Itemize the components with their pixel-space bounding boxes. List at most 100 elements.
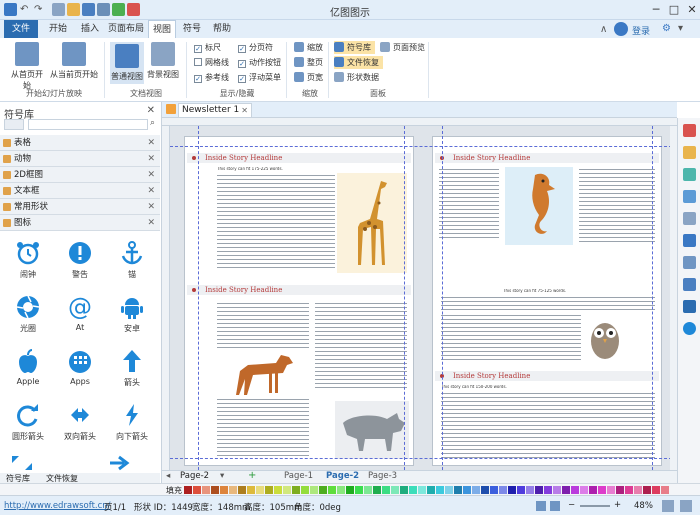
color-swatch[interactable] — [454, 486, 462, 494]
color-swatch[interactable] — [292, 486, 300, 494]
category-table[interactable]: 表格 ✕ — [0, 135, 160, 151]
background-view-button[interactable]: 背景视图 — [146, 42, 180, 80]
reference-guide[interactable] — [442, 126, 443, 470]
page-preview-button[interactable]: 页面预览 — [380, 41, 425, 54]
color-swatch[interactable] — [274, 486, 282, 494]
page-dropdown-icon[interactable]: ▾ — [220, 471, 224, 481]
close-icon[interactable]: ✕ — [147, 167, 155, 183]
tab-newsletter[interactable]: Newsletter 1 ✕ — [178, 103, 252, 117]
tab-symbols[interactable]: 符号 — [178, 20, 206, 38]
maximize-icon[interactable]: □ — [666, 2, 682, 18]
shape-apps[interactable]: Apps — [54, 346, 106, 398]
shape-expand[interactable] — [10, 454, 34, 472]
image-icon[interactable] — [683, 212, 696, 225]
page-prev-icon[interactable]: ◂ — [166, 471, 170, 481]
panel-close-icon[interactable]: ✕ — [147, 105, 155, 116]
reference-line-checkbox[interactable]: ✓ 参考线 — [194, 72, 229, 84]
tab-page-layout[interactable]: 页面布局 — [106, 20, 146, 38]
color-swatch[interactable] — [445, 486, 453, 494]
action-button-checkbox[interactable]: ✓ 动作按钮 — [238, 57, 281, 69]
color-swatch[interactable] — [337, 486, 345, 494]
fit-icon[interactable] — [662, 500, 674, 512]
file-recover-button[interactable]: 文件恢复 — [334, 56, 383, 69]
color-swatch[interactable] — [535, 486, 543, 494]
color-swatch[interactable] — [463, 486, 471, 494]
color-swatch[interactable] — [391, 486, 399, 494]
navigation-icon[interactable] — [683, 256, 696, 269]
category-2d-block[interactable]: 2D框图 ✕ — [0, 167, 160, 183]
seahorse-image[interactable] — [505, 167, 573, 245]
fill-icon[interactable] — [683, 124, 696, 137]
color-swatch[interactable] — [265, 486, 273, 494]
zoom-slider[interactable] — [580, 505, 610, 507]
fit-page-icon[interactable] — [680, 500, 692, 512]
color-swatch[interactable] — [499, 486, 507, 494]
shape-apple[interactable]: Apple — [2, 346, 54, 398]
pagebreak-checkbox[interactable]: ✓ 分页符 — [238, 42, 273, 54]
ruler-checkbox[interactable]: ✓ 标尺 — [194, 42, 221, 54]
newsletter-page-right[interactable]: Inside Story Headline This story can fit… — [432, 136, 662, 466]
float-menu-checkbox[interactable]: ✓ 浮动菜单 — [238, 72, 281, 84]
minimize-icon[interactable]: ─ — [648, 2, 664, 18]
color-swatch[interactable] — [211, 486, 219, 494]
fullscreen-icon[interactable] — [550, 501, 560, 511]
reference-guide[interactable] — [404, 126, 405, 470]
color-swatch[interactable] — [184, 486, 192, 494]
vertical-scrollbar[interactable] — [670, 126, 677, 470]
data-icon[interactable] — [683, 278, 696, 291]
library-search-input[interactable] — [28, 119, 148, 130]
tab-file[interactable]: 文件 — [4, 20, 38, 38]
reference-guide[interactable] — [170, 146, 677, 147]
page-icon[interactable] — [683, 234, 696, 247]
color-swatch[interactable] — [625, 486, 633, 494]
color-swatch[interactable] — [652, 486, 660, 494]
slideshow-from-current-button[interactable]: 从当前页开始 — [50, 42, 98, 80]
zoom-out-icon[interactable]: − — [568, 500, 575, 510]
shape-circular-arrow[interactable]: 圆形箭头 — [2, 400, 54, 452]
color-swatch[interactable] — [382, 486, 390, 494]
color-swatch[interactable] — [571, 486, 579, 494]
color-swatch[interactable] — [661, 486, 669, 494]
search-icon[interactable]: ⌕ — [150, 118, 155, 128]
color-swatch[interactable] — [508, 486, 516, 494]
color-swatch[interactable] — [283, 486, 291, 494]
shape-anchor[interactable]: 锚 — [106, 238, 158, 290]
tab-page-3[interactable]: Page-3 — [368, 471, 397, 481]
library-menu-icon[interactable] — [4, 119, 24, 130]
color-swatch[interactable] — [580, 486, 588, 494]
color-swatch[interactable] — [517, 486, 525, 494]
color-swatch[interactable] — [598, 486, 606, 494]
view-icon[interactable] — [536, 501, 546, 511]
color-swatch[interactable] — [346, 486, 354, 494]
category-icons[interactable]: 图标 ✕ — [0, 215, 160, 231]
add-page-icon[interactable]: + — [248, 470, 256, 481]
color-swatch[interactable] — [238, 486, 246, 494]
slideshow-from-start-button[interactable]: 从首页开始 — [8, 42, 46, 91]
close-icon[interactable]: ✕ — [147, 151, 155, 167]
color-swatch[interactable] — [490, 486, 498, 494]
color-swatch[interactable] — [229, 486, 237, 494]
shape-arrow-up[interactable]: 箭头 — [106, 346, 158, 398]
color-swatch[interactable] — [436, 486, 444, 494]
zoom-button[interactable]: 缩放 — [294, 41, 323, 54]
color-swatch[interactable] — [202, 486, 210, 494]
library-panel-button[interactable]: 符号库 — [334, 41, 375, 54]
color-swatch[interactable] — [400, 486, 408, 494]
shadow-icon[interactable] — [683, 168, 696, 181]
user-icon[interactable] — [614, 22, 628, 36]
category-text-box[interactable]: 文本框 ✕ — [0, 183, 160, 199]
fit-page-button[interactable]: 整页 — [294, 56, 323, 69]
color-swatch[interactable] — [310, 486, 318, 494]
color-swatches[interactable] — [184, 486, 674, 494]
shape-arrow-right[interactable] — [108, 454, 132, 472]
color-swatch[interactable] — [364, 486, 372, 494]
color-swatch[interactable] — [643, 486, 651, 494]
drawing-canvas[interactable]: Inside Story Headline This story can fit… — [162, 118, 677, 470]
color-swatch[interactable] — [589, 486, 597, 494]
color-swatch[interactable] — [193, 486, 201, 494]
color-swatch[interactable] — [328, 486, 336, 494]
shape-arrow-down[interactable]: 向下箭头 — [106, 400, 158, 452]
tab-help[interactable]: 帮助 — [208, 20, 236, 38]
color-swatch[interactable] — [562, 486, 570, 494]
category-common-shapes[interactable]: 常用形状 ✕ — [0, 199, 160, 215]
